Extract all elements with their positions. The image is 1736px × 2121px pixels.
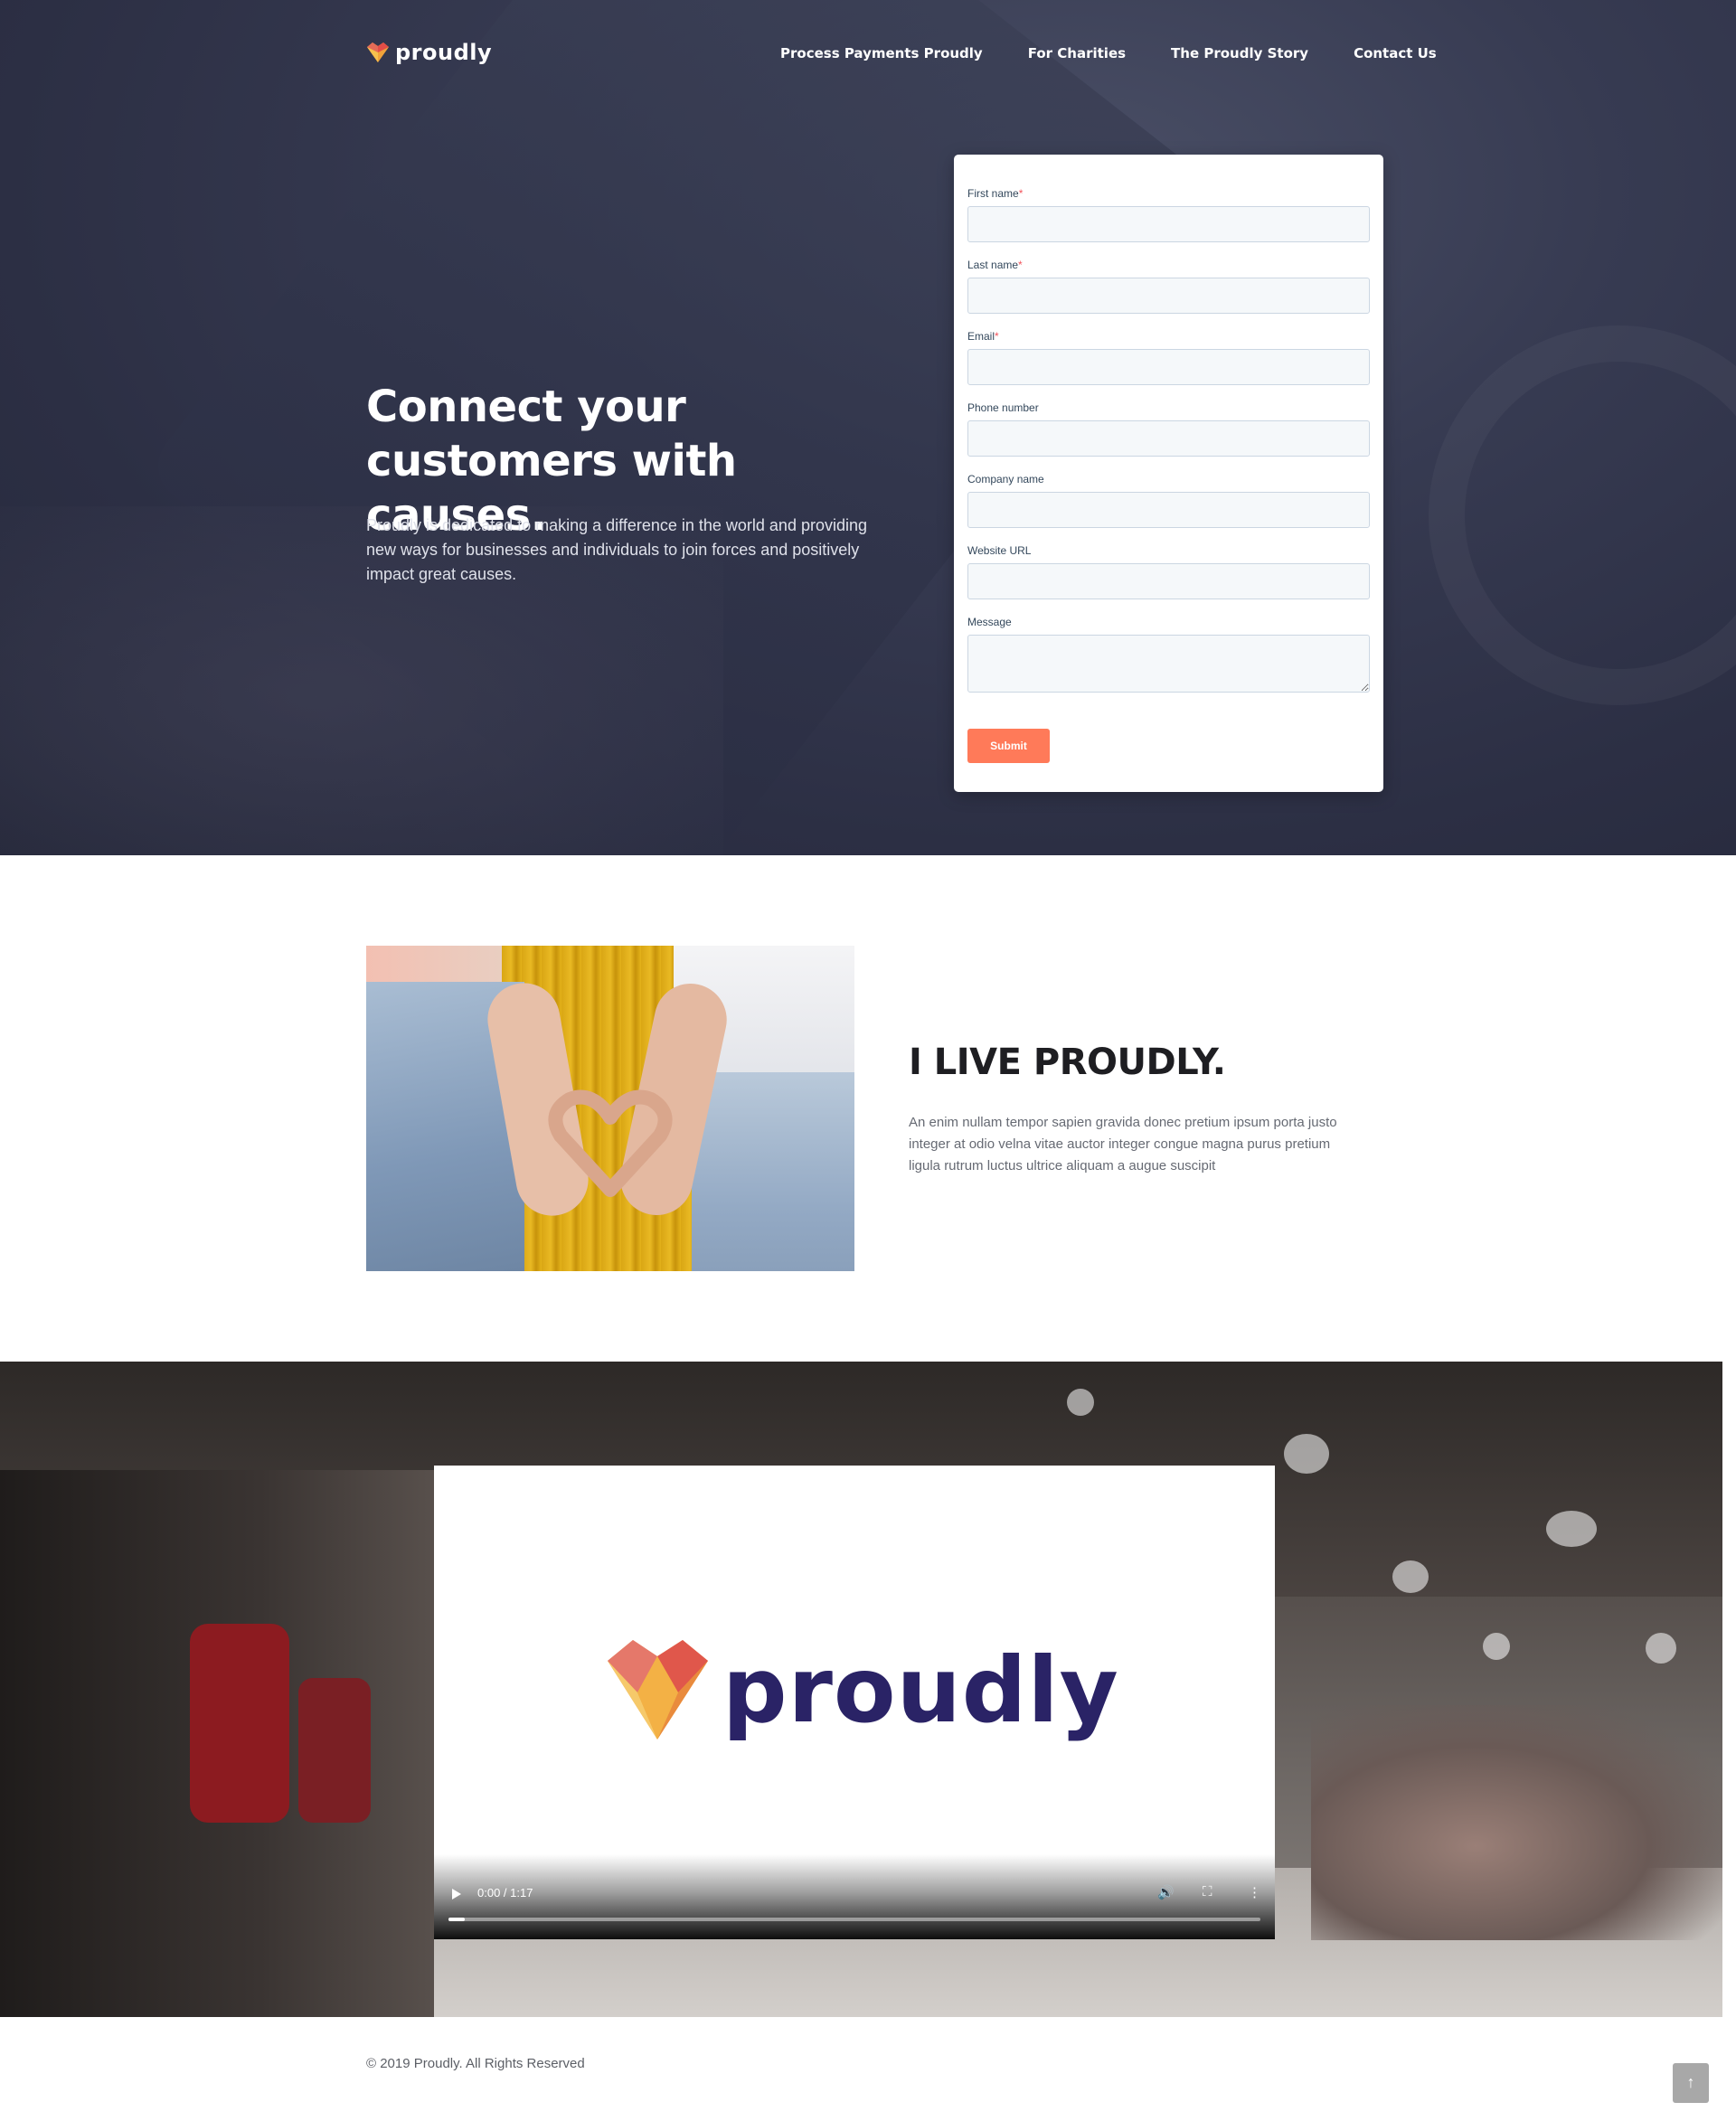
message-textarea[interactable] <box>967 635 1370 693</box>
message-group: Message <box>967 616 1370 697</box>
hero-section: proudly Process Payments Proudly For Cha… <box>0 0 1736 855</box>
video-logo-text: proudly <box>722 1637 1119 1743</box>
message-label: Message <box>967 616 1012 628</box>
company-group: Company name <box>967 473 1370 528</box>
nav-item-proudly-story[interactable]: The Proudly Story <box>1171 45 1308 61</box>
website-group: Website URL <box>967 544 1370 599</box>
arrow-up-icon: ↑ <box>1686 2073 1695 2091</box>
phone-input[interactable] <box>967 420 1370 457</box>
last-name-label: Last name* <box>967 259 1023 271</box>
email-label: Email* <box>967 330 999 343</box>
more-options-icon[interactable]: ⋮ <box>1248 1884 1261 1900</box>
live-proudly-description: An enim nullam tempor sapien gravida don… <box>909 1115 1337 1174</box>
play-icon[interactable] <box>452 1889 461 1899</box>
video-player[interactable]: proudly 0:00 / 1:17 🔊 ⛶ ⋮ <box>434 1466 1275 1939</box>
nav-item-process-payments[interactable]: Process Payments Proudly <box>780 45 983 61</box>
heart-hands-shape <box>548 1089 673 1197</box>
live-proudly-title: I LIVE PROUDLY. <box>909 1042 1226 1083</box>
main-nav: Process Payments Proudly For Charities T… <box>780 45 1437 61</box>
friends-heart-hands-photo <box>366 946 854 1271</box>
volume-icon[interactable]: 🔊 <box>1157 1884 1175 1900</box>
email-group: Email* <box>967 330 1370 385</box>
first-name-group: First name* <box>967 187 1370 242</box>
required-marker: * <box>995 330 999 343</box>
email-input[interactable] <box>967 349 1370 385</box>
video-logo: proudly <box>606 1637 1119 1743</box>
nav-item-contact-us[interactable]: Contact Us <box>1354 45 1437 61</box>
first-name-input[interactable] <box>967 206 1370 242</box>
video-progress-fill <box>448 1918 465 1921</box>
video-progress-bar[interactable] <box>448 1918 1260 1921</box>
submit-button[interactable]: Submit <box>967 729 1050 763</box>
copyright: © 2019 Proudly. All Rights Reserved <box>366 2056 585 2071</box>
required-marker: * <box>1018 259 1023 271</box>
brand-logo[interactable]: proudly <box>366 40 492 65</box>
hero-description: Proudly is dedicated to making a differe… <box>366 516 868 583</box>
phone-group: Phone number <box>967 401 1370 457</box>
video-time: 0:00 / 1:17 <box>477 1886 533 1899</box>
first-name-label: First name* <box>967 187 1024 200</box>
website-input[interactable] <box>967 563 1370 599</box>
heart-logo-icon <box>367 42 389 62</box>
nav-item-for-charities[interactable]: For Charities <box>1028 45 1126 61</box>
back-to-top-button[interactable]: ↑ <box>1673 2063 1709 2103</box>
phone-label: Phone number <box>967 401 1039 414</box>
fullscreen-icon[interactable]: ⛶ <box>1203 1884 1212 1899</box>
hero-title-line-1: Connect your <box>366 382 686 432</box>
company-input[interactable] <box>967 492 1370 528</box>
contact-form: First name* Last name* Email* Phone numb… <box>954 155 1383 792</box>
website-label: Website URL <box>967 544 1032 557</box>
video-controls: 0:00 / 1:17 🔊 ⛶ ⋮ <box>434 1854 1275 1939</box>
logo-text: proudly <box>395 40 493 65</box>
required-marker: * <box>1018 187 1024 200</box>
last-name-group: Last name* <box>967 259 1370 314</box>
last-name-input[interactable] <box>967 278 1370 314</box>
company-label: Company name <box>967 473 1044 485</box>
heart-logo-icon <box>608 1640 708 1739</box>
